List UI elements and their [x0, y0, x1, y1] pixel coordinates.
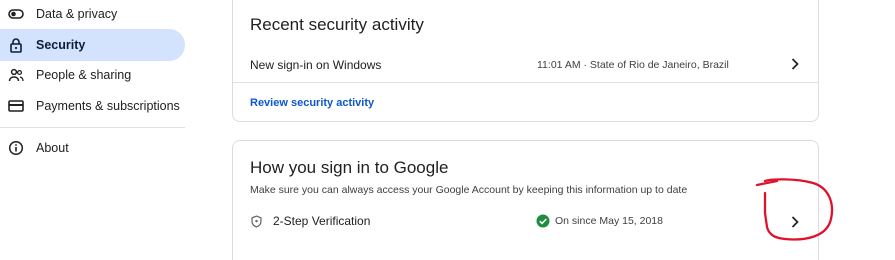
red-annotation-mark: [755, 178, 834, 241]
sidebar-item-label: Payments & subscriptions: [36, 99, 180, 113]
two-step-label: 2-Step Verification: [273, 214, 371, 228]
sign-in-card: How you sign in to Google Make sure you …: [232, 140, 819, 260]
two-step-verification-row[interactable]: 2-Step Verification On since May 15, 201…: [233, 203, 818, 239]
sidebar-item-label: People & sharing: [36, 68, 132, 82]
security-event-row[interactable]: New sign-in on Windows 11:01 AM · State …: [233, 46, 818, 82]
review-security-activity-link[interactable]: Review security activity: [250, 97, 374, 109]
sidebar: Data & privacy Security People & sharing…: [0, 0, 190, 250]
people-icon: [8, 67, 24, 83]
credit-card-icon: [8, 98, 24, 114]
lock-icon: [8, 37, 24, 53]
row-divider: [233, 82, 818, 83]
recent-security-activity-card: Recent security activity New sign-in on …: [232, 0, 819, 122]
sidebar-item-people-sharing[interactable]: People & sharing: [0, 59, 131, 91]
event-detail: 11:01 AM · State of Rio de Janeiro, Braz…: [537, 59, 729, 71]
toggle-icon: [8, 6, 24, 22]
card-title: How you sign in to Google: [250, 158, 449, 177]
sidebar-item-security[interactable]: Security: [0, 29, 185, 61]
sidebar-item-label: About: [36, 141, 69, 155]
sidebar-item-label: Data & privacy: [36, 7, 118, 21]
event-name: New sign-in on Windows: [250, 58, 382, 72]
chevron-right-icon: [791, 58, 799, 70]
card-title: Recent security activity: [250, 15, 424, 34]
sidebar-item-payments[interactable]: Payments & subscriptions: [0, 90, 180, 122]
sidebar-divider: [0, 127, 185, 128]
card-subtitle: Make sure you can always access your Goo…: [250, 184, 688, 196]
shield-icon: [251, 215, 262, 228]
sidebar-item-about[interactable]: About: [0, 132, 69, 164]
sidebar-item-data-privacy[interactable]: Data & privacy: [0, 0, 117, 30]
sidebar-item-label: Security: [36, 38, 86, 52]
check-circle-icon: [536, 214, 550, 228]
info-icon: [8, 140, 24, 156]
two-step-status: On since May 15, 2018: [555, 215, 663, 227]
